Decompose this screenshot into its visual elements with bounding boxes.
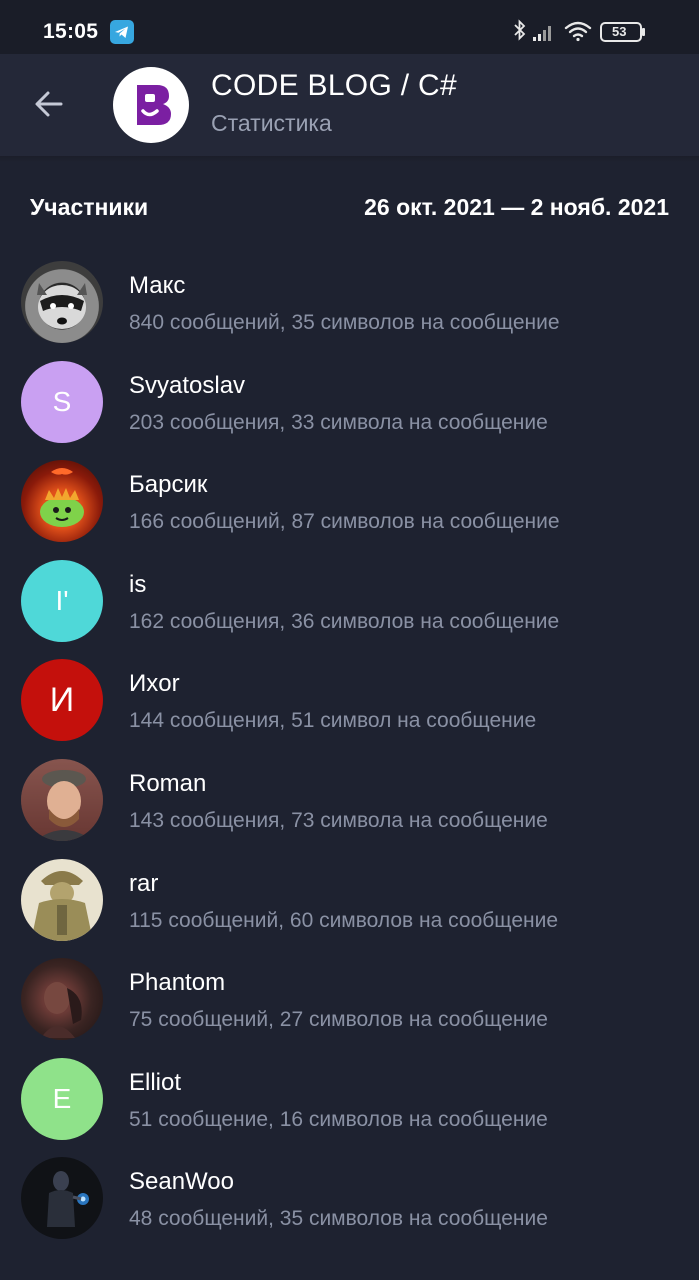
avatar (21, 261, 103, 343)
avatar (21, 858, 103, 941)
avatar-initial: E (52, 1082, 72, 1114)
list-item[interactable]: Барсик 166 сообщений, 87 символов на соо… (0, 451, 699, 551)
member-name: Phantom (129, 969, 226, 997)
member-stats: 143 сообщения, 73 символа на сообщение (129, 808, 548, 832)
members-list: Макс 840 сообщений, 35 символов на сообщ… (0, 252, 699, 1248)
wifi-icon (564, 21, 592, 42)
member-name: rar (129, 869, 159, 897)
member-stats: 115 сообщений, 60 символов на сообщение (129, 908, 559, 932)
telegram-icon (110, 20, 134, 44)
list-item[interactable]: S Svyatoslav 203 сообщения, 33 символа н… (0, 352, 699, 452)
list-item[interactable]: Макс 840 сообщений, 35 символов на сообщ… (0, 252, 699, 352)
list-item[interactable]: E Elliot 51 сообщение, 16 символов на со… (0, 1049, 699, 1149)
member-stats: 48 сообщений, 35 символов на сообщение (129, 1207, 548, 1231)
list-item[interactable]: Roman 143 сообщения, 73 символа на сообщ… (0, 750, 699, 850)
header-divider (0, 156, 699, 162)
avatar (21, 1157, 103, 1240)
avatar-initial: И (49, 680, 75, 719)
list-item[interactable]: И Ихor 144 сообщения, 51 символ на сообщ… (0, 650, 699, 750)
member-name: SeanWoo (129, 1168, 234, 1196)
member-name: is (129, 570, 147, 598)
status-bar: 15:05 53 (0, 0, 699, 54)
avatar (21, 460, 103, 543)
member-stats: 203 сообщения, 33 символа на сообщение (129, 410, 548, 434)
status-time: 15:05 (43, 20, 99, 43)
member-stats: 162 сообщения, 36 символов на сообщение (129, 609, 560, 633)
signal-icon (533, 26, 551, 41)
raccoon-avatar-icon (37, 283, 87, 329)
dragon-avatar-icon (40, 468, 84, 528)
list-item[interactable]: SeanWoo 48 сообщений, 35 символов на соо… (0, 1148, 699, 1248)
armored-figure-avatar-icon (47, 1171, 89, 1228)
member-stats: 144 сообщения, 51 символ на сообщение (129, 709, 537, 733)
date-range[interactable]: 26 окт. 2021 — 2 нояб. 2021 (364, 194, 669, 221)
member-name: Ихor (129, 670, 180, 698)
arrow-left-icon (35, 91, 63, 117)
avatar: S (21, 360, 103, 443)
scarecrow-avatar-icon (31, 870, 93, 941)
avatar: E (21, 1057, 103, 1140)
member-stats: 51 сообщение, 16 символов на сообщение (129, 1107, 548, 1131)
bluetooth-icon (514, 19, 526, 41)
person-avatar-icon (21, 758, 103, 841)
app-header: CODE BLOG / C# Статистика (0, 54, 699, 156)
status-indicators (514, 19, 645, 42)
member-name: Макс (129, 272, 186, 299)
avatar-initial: I' (55, 584, 69, 616)
member-stats: 75 сообщений, 27 символов на сообщение (129, 1008, 548, 1032)
avatar: И (21, 659, 103, 742)
channel-avatar[interactable] (113, 67, 189, 143)
member-stats: 166 сообщений, 87 символов на сообщение (129, 510, 560, 534)
back-button[interactable] (30, 84, 70, 124)
member-name: Svyatoslav (129, 371, 246, 399)
member-name: Барсик (129, 471, 208, 499)
list-item[interactable]: I' is 162 сообщения, 36 символов на сооб… (0, 551, 699, 651)
avatar-initial: S (52, 385, 72, 417)
member-name: Elliot (129, 1068, 182, 1096)
channel-title: CODE BLOG / C# (211, 69, 457, 102)
status-icons: 53 (511, 18, 661, 46)
channel-logo-icon (137, 85, 171, 125)
list-item[interactable]: Phantom 75 сообщений, 27 символов на соо… (0, 949, 699, 1049)
list-item[interactable]: rar 115 сообщений, 60 символов на сообще… (0, 850, 699, 950)
section-title: Участники (30, 194, 149, 220)
avatar (21, 958, 103, 1041)
avatar (21, 758, 103, 841)
avatar: I' (21, 559, 103, 642)
channel-subtitle: Статистика (211, 110, 332, 136)
battery-level: 53 (612, 24, 627, 39)
member-name: Roman (129, 769, 207, 797)
dark-figure-avatar-icon (41, 982, 82, 1039)
member-stats: 840 сообщений, 35 символов на сообщение (129, 311, 560, 334)
